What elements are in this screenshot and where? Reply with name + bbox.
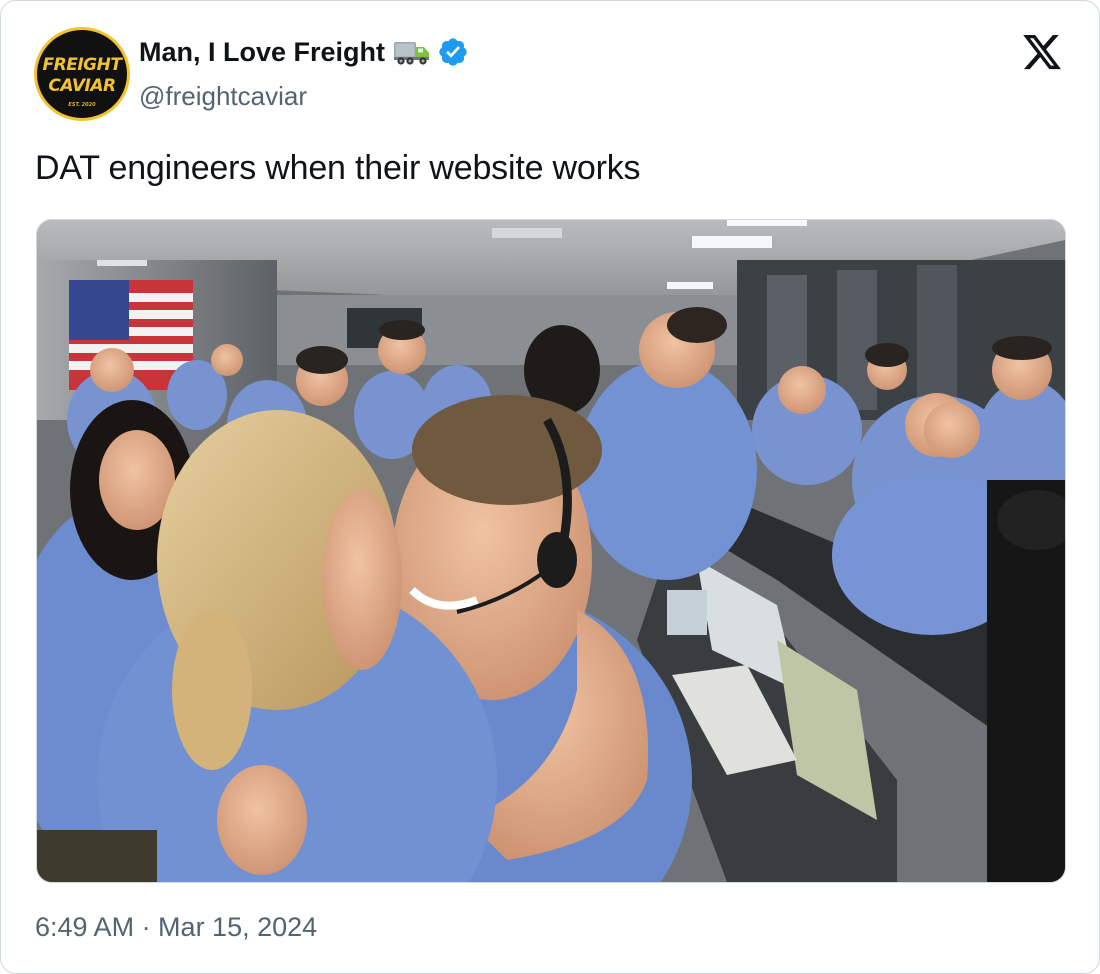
delivery-truck-emoji-icon	[394, 42, 430, 65]
tweet-timestamp[interactable]: 6:49 AM · Mar 15, 2024	[35, 912, 317, 943]
tweet-photo[interactable]	[36, 219, 1066, 883]
avatar-logo-line3: EST. 2020	[68, 102, 96, 108]
avatar-logo-line2: CAVIAR	[48, 76, 116, 96]
author-avatar[interactable]: FREIGHT CAVIAR EST. 2020	[34, 27, 130, 121]
tweet-card: FREIGHT CAVIAR EST. 2020 Man, I Love Fre…	[0, 0, 1100, 974]
tweet-text: DAT engineers when their website works	[35, 149, 641, 187]
x-logo-icon[interactable]	[1019, 31, 1065, 73]
mission-control-photo	[37, 220, 1065, 882]
verified-badge-icon[interactable]	[437, 36, 469, 68]
author-name-row[interactable]: Man, I Love Freight	[139, 34, 469, 70]
author-handle[interactable]: @freightcaviar	[139, 81, 307, 112]
author-name[interactable]: Man, I Love Freight	[139, 37, 385, 68]
avatar-logo-line1: FREIGHT	[42, 55, 122, 75]
